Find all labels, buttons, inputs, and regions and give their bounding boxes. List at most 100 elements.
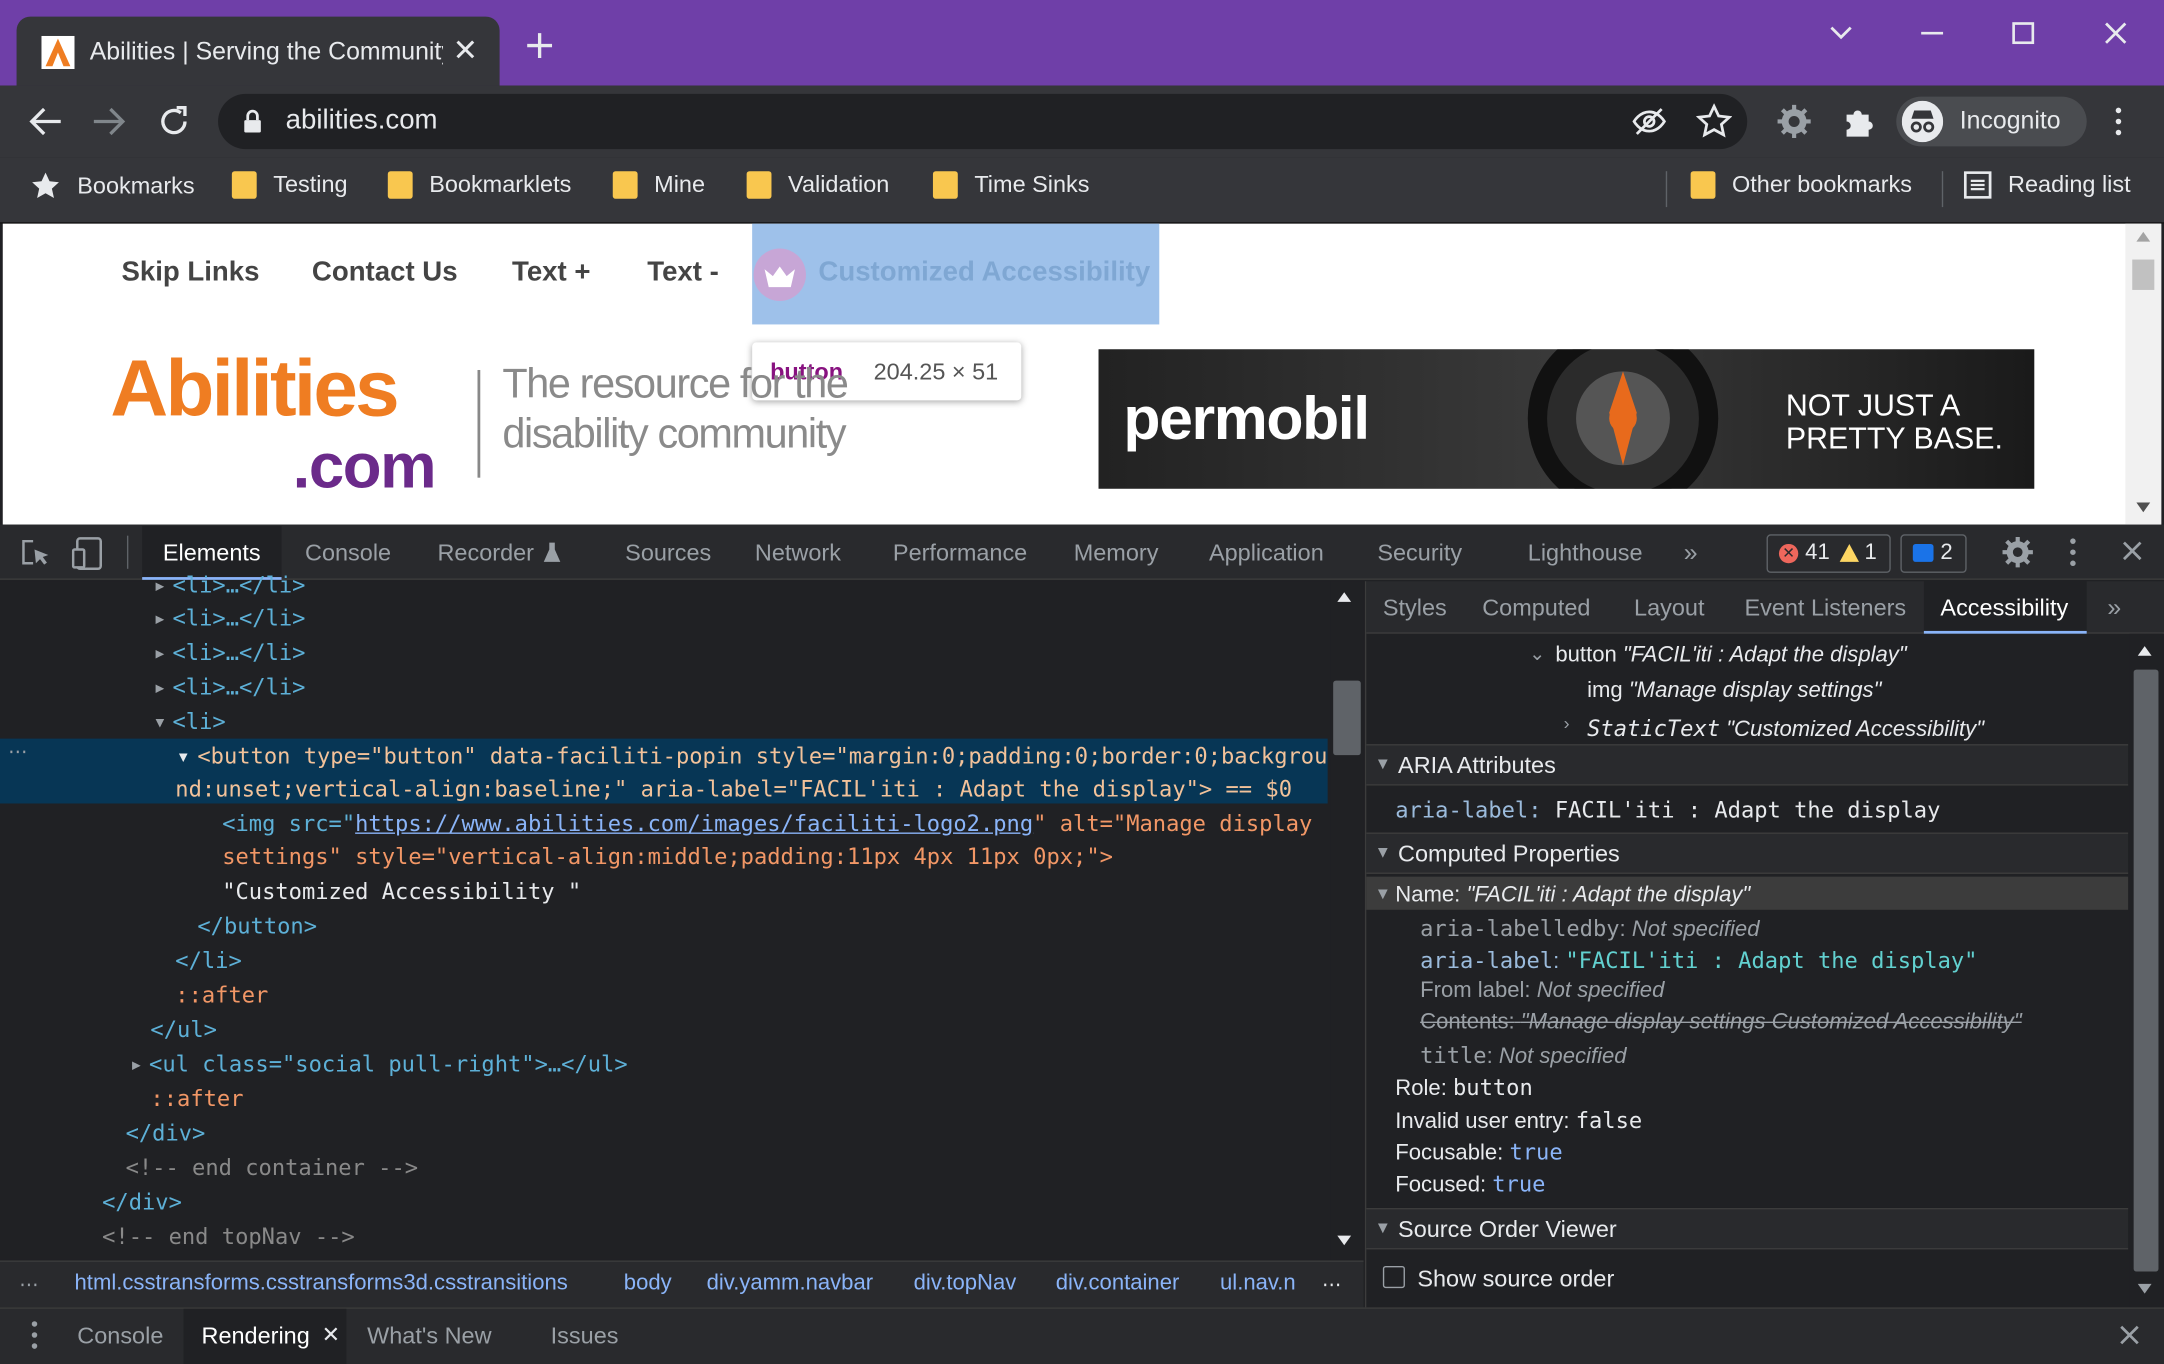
dom-comment[interactable]: <!-- end container --> <box>126 1154 418 1182</box>
more-side-tabs-chevron-icon[interactable]: » <box>2107 594 2121 623</box>
device-toolbar-icon[interactable] <box>71 536 105 572</box>
breadcrumb-more-icon[interactable]: ⋯ <box>19 1273 38 1296</box>
scroll-down-icon[interactable] <box>1337 1235 1352 1246</box>
close-devtools-icon[interactable] <box>2121 540 2143 562</box>
drawer-tab-issues[interactable]: Issues <box>551 1323 619 1351</box>
tab-security[interactable]: Security <box>1377 540 1462 568</box>
dom-line-selected[interactable]: nd:unset;vertical-align:baseline;" aria-… <box>175 776 1292 804</box>
dom-comment[interactable]: <!-- end topNav --> <box>102 1223 355 1251</box>
node-actions-ellipsis-icon[interactable]: ⋯ <box>8 740 27 763</box>
drawer-menu-icon[interactable] <box>28 1320 42 1350</box>
tab-layout[interactable]: Layout <box>1634 595 1704 623</box>
side-scroll-thumb[interactable] <box>2133 669 2159 1272</box>
maximize-icon[interactable] <box>1996 17 2051 50</box>
gear-extension-icon[interactable] <box>1776 104 1812 140</box>
star-icon[interactable] <box>1696 103 1733 140</box>
dom-line[interactable]: </div> <box>126 1120 206 1148</box>
show-source-order-checkbox[interactable] <box>1382 1265 1405 1289</box>
dom-scrollbar[interactable] <box>1330 581 1364 1260</box>
tab-accessibility-label[interactable]: Accessibility <box>1940 595 2068 623</box>
dom-expand-icon[interactable]: ▸ <box>153 572 166 600</box>
close-tab-icon[interactable]: ✕ <box>453 33 478 69</box>
tree-expand-icon[interactable]: › <box>1564 712 1570 733</box>
dom-scroll-thumb[interactable] <box>1333 680 1361 756</box>
scroll-down-icon[interactable] <box>2137 1283 2152 1294</box>
close-drawer-tab-icon[interactable]: ✕ <box>322 1321 341 1349</box>
bookmark-folder-time-sinks[interactable]: Time Sinks <box>932 171 1090 199</box>
dom-line[interactable]: </button> <box>197 913 317 941</box>
dom-expand-icon[interactable]: ▸ <box>153 639 166 667</box>
scroll-down-icon[interactable] <box>2136 502 2151 513</box>
dom-line-selected[interactable]: <button type="button" data-faciliti-popi… <box>197 743 1327 771</box>
page-scrollbar[interactable] <box>2125 223 2162 525</box>
tab-event-listeners[interactable]: Event Listeners <box>1744 595 1906 623</box>
dom-line[interactable]: <li>…</li> <box>173 605 306 633</box>
new-tab-icon[interactable] <box>524 30 554 60</box>
ax-node-statictext[interactable]: StaticText "Customized Accessibility" <box>1587 715 1984 743</box>
name-collapse-icon[interactable]: ▼ <box>1375 884 1391 903</box>
browser-tab[interactable]: Abilities | Serving the Community ✕ <box>16 16 500 86</box>
tab-search-icon[interactable] <box>1813 17 1868 50</box>
nav-text-minus[interactable]: Text - <box>647 257 719 289</box>
close-window-icon[interactable] <box>2088 17 2143 50</box>
dom-pseudo[interactable]: ::after <box>175 982 268 1010</box>
permobil-ad-banner[interactable]: permobil NOT JUST A PRETTY BASE. <box>1098 349 2035 489</box>
bookmark-folder-testing[interactable]: Testing <box>231 171 348 199</box>
dom-line[interactable]: </ul> <box>150 1016 216 1044</box>
other-bookmarks[interactable]: Other bookmarks <box>1690 171 1912 199</box>
close-drawer-icon[interactable] <box>2118 1324 2140 1346</box>
dom-expand-icon[interactable]: ▸ <box>153 605 166 633</box>
messages-counter[interactable]: 2 <box>1900 534 1967 573</box>
nav-text-plus[interactable]: Text + <box>512 257 590 289</box>
ax-node-img[interactable]: img "Manage display settings" <box>1587 679 1881 704</box>
breadcrumb-item[interactable]: ul.nav.n <box>1220 1272 1306 1297</box>
reload-icon[interactable] <box>156 104 192 140</box>
inspect-element-icon[interactable] <box>19 537 52 570</box>
breadcrumb-item[interactable]: div.container <box>1056 1272 1180 1297</box>
side-scrollbar[interactable] <box>2129 633 2163 1308</box>
bookmark-folder-bookmarklets[interactable]: Bookmarklets <box>387 171 571 199</box>
issues-counter[interactable]: ✕ 41 1 <box>1766 534 1891 573</box>
tab-memory[interactable]: Memory <box>1074 540 1159 568</box>
show-source-order-label[interactable]: Show source order <box>1417 1266 1614 1294</box>
breadcrumb-item[interactable]: body <box>624 1272 672 1297</box>
dom-line[interactable]: </li> <box>175 947 241 975</box>
back-icon[interactable] <box>28 105 64 138</box>
scroll-up-icon[interactable] <box>1337 592 1352 602</box>
dom-line-img[interactable]: <img src="https://www.abilities.com/imag… <box>222 810 1312 838</box>
dom-text-node[interactable]: "Customized Accessibility " <box>222 878 581 906</box>
bookmark-folder-validation[interactable]: Validation <box>746 171 889 199</box>
tab-computed[interactable]: Computed <box>1482 595 1590 623</box>
dom-line[interactable]: <li> <box>173 708 226 736</box>
dom-collapse-icon[interactable]: ▾ <box>153 708 166 736</box>
puzzle-extensions-icon[interactable] <box>1841 104 1877 140</box>
dom-expand-icon[interactable]: ▸ <box>153 674 166 702</box>
tab-lighthouse[interactable]: Lighthouse <box>1528 540 1643 568</box>
bookmarks-star-item[interactable]: Bookmarks <box>30 171 195 201</box>
scroll-up-icon[interactable] <box>2137 646 2152 656</box>
dom-line[interactable]: <ul class="social pull-right">…</ul> <box>149 1051 628 1079</box>
tab-sources[interactable]: Sources <box>625 540 711 568</box>
eye-slash-icon[interactable] <box>1631 105 1667 138</box>
computed-name[interactable]: Name: "FACIL'iti : Adapt the display" <box>1395 884 1750 909</box>
incognito-button[interactable]: Incognito <box>1896 96 2087 147</box>
ax-node-button[interactable]: button "FACIL'iti : Adapt the display" <box>1555 643 1906 668</box>
nav-skip-links[interactable]: Skip Links <box>121 257 259 289</box>
dom-collapse-icon[interactable]: ▾ <box>177 743 190 771</box>
dom-line[interactable]: </div> <box>102 1189 182 1217</box>
tree-collapse-icon[interactable]: ⌄ <box>1529 642 1545 665</box>
tab-network[interactable]: Network <box>755 540 841 568</box>
breadcrumb-item[interactable]: div.topNav <box>914 1272 1017 1297</box>
site-logo[interactable]: Abilities <box>110 342 399 434</box>
drawer-tab-whats-new[interactable]: What's New <box>367 1323 491 1351</box>
breadcrumb-item[interactable]: html.csstransforms.csstransforms3d.csstr… <box>75 1272 568 1297</box>
dom-line[interactable]: <li>…</li> <box>173 572 306 600</box>
dom-line[interactable]: settings" style="vertical-align:middle;p… <box>222 844 1113 872</box>
breadcrumb-item[interactable]: div.yamm.navbar <box>707 1272 873 1297</box>
dom-img-src-link[interactable]: https://www.abilities.com/images/facilit… <box>355 810 1033 836</box>
devtools-menu-icon[interactable] <box>2063 537 2082 567</box>
nav-contact-us[interactable]: Contact Us <box>312 257 458 289</box>
breadcrumb-scroll-ellipsis-icon[interactable]: ⋯ <box>1322 1273 1341 1296</box>
devtools-settings-gear-icon[interactable] <box>2001 536 2034 569</box>
forward-icon[interactable] <box>91 105 127 138</box>
